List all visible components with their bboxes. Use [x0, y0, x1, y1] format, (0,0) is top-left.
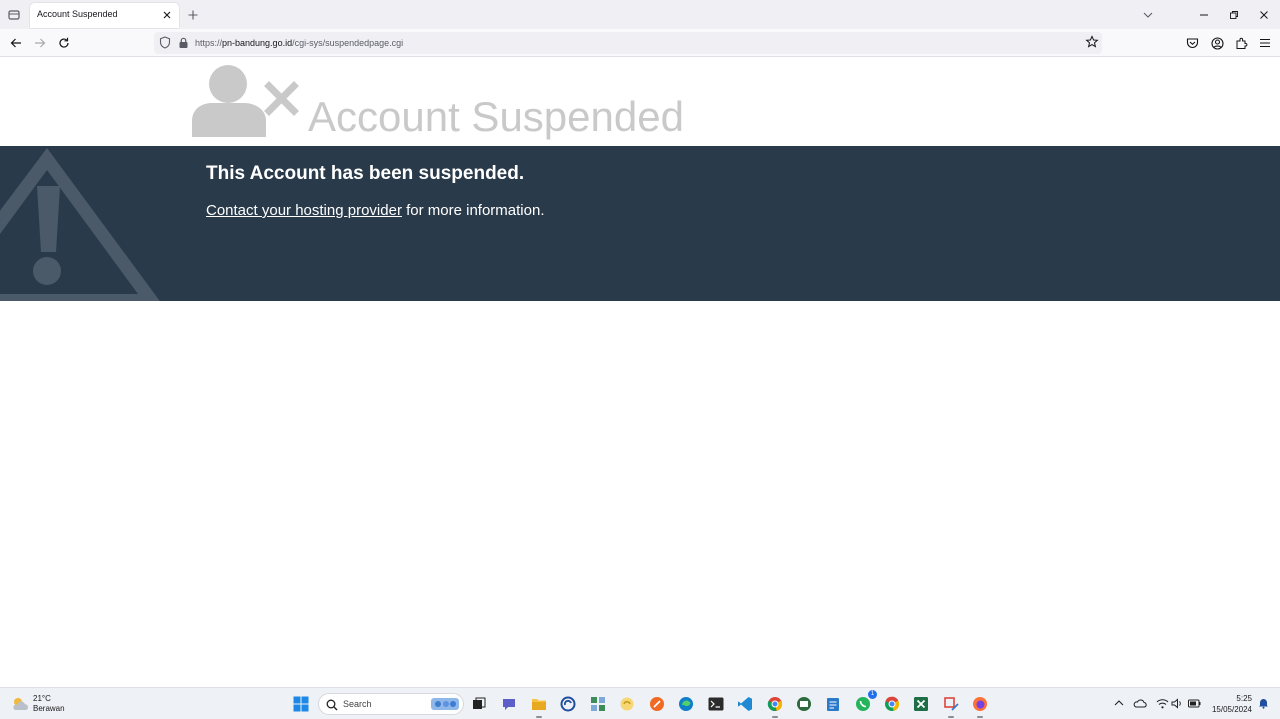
url-scheme: https://	[195, 38, 223, 48]
weather-temperature: 21°C	[33, 694, 51, 703]
volume-speaker-icon[interactable]	[1170, 696, 1184, 710]
tracking-protection-shield-icon[interactable]	[159, 36, 171, 54]
extensions-puzzle-icon[interactable]	[1233, 35, 1249, 51]
address-bar[interactable]: https://pn-bandung.go.id/cgi-sys/suspend…	[154, 32, 1102, 54]
warning-triangle-icon	[0, 148, 160, 301]
new-tab-plus-icon[interactable]	[185, 7, 201, 23]
windows-taskbar: 21°C Berawan Search 1 5:25 15/05/2024	[0, 687, 1280, 719]
hamburger-menu-icon[interactable]	[1257, 35, 1273, 51]
lock-icon[interactable]	[178, 36, 189, 54]
suspended-title: This Account has been suspended.	[206, 163, 525, 184]
partly-cloudy-weather-icon	[10, 696, 30, 717]
firefox-icon[interactable]	[969, 693, 991, 718]
list-all-tabs-chevron-icon[interactable]	[1141, 8, 1155, 22]
notepad-icon[interactable]	[822, 693, 844, 715]
back-arrow-icon[interactable]	[8, 35, 24, 51]
running-indicator	[772, 716, 778, 718]
url-text[interactable]: https://pn-bandung.go.id/cgi-sys/suspend…	[195, 38, 403, 48]
running-indicator	[948, 716, 954, 718]
tab-title: Account Suspended	[37, 9, 118, 19]
task-view-icon[interactable]	[468, 693, 490, 715]
clock-date: 15/05/2024	[1211, 705, 1252, 714]
firefox-view-icon[interactable]	[6, 7, 22, 23]
wifi-icon[interactable]	[1155, 696, 1169, 710]
search-highlight-graphic-icon	[430, 696, 460, 717]
weather-description: Berawan	[33, 704, 65, 713]
pocket-icon[interactable]	[1184, 35, 1200, 51]
bookmark-star-icon[interactable]	[1085, 35, 1099, 54]
snipping-tool-icon[interactable]	[940, 693, 962, 718]
vscode-icon[interactable]	[734, 693, 756, 715]
url-path: /cgi-sys/suspendedpage.cgi	[292, 38, 404, 48]
minimize-window-icon[interactable]	[1195, 6, 1213, 24]
clock-time: 5:25	[1236, 694, 1252, 703]
chrome-profile-icon[interactable]	[881, 693, 903, 715]
chrome-icon[interactable]	[764, 693, 786, 718]
edge-browser-icon[interactable]	[675, 693, 697, 715]
browser-nav-bar: https://pn-bandung.go.id/cgi-sys/suspend…	[0, 29, 1280, 57]
running-indicator	[536, 716, 542, 718]
show-hidden-icons-chevron-up-icon[interactable]	[1112, 696, 1126, 710]
contact-line-suffix: for more information.	[401, 202, 545, 219]
browser-tab-active[interactable]: Account Suspended	[30, 3, 179, 28]
windows-start-icon[interactable]	[290, 693, 312, 715]
contact-hosting-provider-link[interactable]: Contact your hosting provider	[206, 202, 402, 219]
app-blue-circle-icon[interactable]	[557, 693, 579, 715]
terminal-icon[interactable]	[705, 693, 727, 715]
excel-icon[interactable]	[910, 693, 932, 715]
app-orange-icon[interactable]	[646, 693, 668, 715]
search-placeholder: Search	[343, 699, 372, 709]
user-suspended-icon	[192, 65, 299, 137]
search-icon	[326, 698, 338, 716]
file-explorer-icon[interactable]	[528, 693, 550, 718]
weather-widget[interactable]: 21°C Berawan	[10, 693, 80, 717]
url-host: pn-bandung.go.id	[222, 38, 293, 48]
teams-chat-icon[interactable]	[498, 693, 520, 715]
browser-tab-bar: Account Suspended	[0, 0, 1280, 29]
app-hs-icon[interactable]	[793, 693, 815, 715]
battery-charging-icon[interactable]	[1187, 696, 1201, 710]
restore-window-icon[interactable]	[1225, 6, 1243, 24]
app-network-icon[interactable]	[587, 693, 609, 715]
whatsapp-icon[interactable]: 1	[852, 690, 877, 715]
contact-line: Contact your hosting provider for more i…	[206, 202, 545, 219]
suspended-banner: This Account has been suspended. Contact…	[0, 146, 1280, 301]
page-heading: Account Suspended	[308, 93, 684, 140]
taskbar-clock[interactable]: 5:25 15/05/2024	[1204, 693, 1252, 715]
notification-bell-icon[interactable]	[1256, 696, 1270, 710]
running-indicator	[977, 716, 983, 718]
forward-arrow-icon[interactable]	[32, 35, 48, 51]
app-yellow-icon[interactable]	[616, 693, 638, 715]
reload-icon[interactable]	[56, 35, 72, 51]
onedrive-cloud-icon[interactable]	[1133, 696, 1147, 710]
whatsapp-notification-badge: 1	[868, 690, 877, 699]
account-icon[interactable]	[1209, 35, 1225, 51]
close-window-icon[interactable]	[1255, 6, 1273, 24]
page-viewport: Account Suspended This Account has been …	[0, 57, 1280, 687]
taskbar-search-box[interactable]: Search	[318, 693, 464, 715]
tab-close-icon[interactable]	[160, 8, 174, 22]
